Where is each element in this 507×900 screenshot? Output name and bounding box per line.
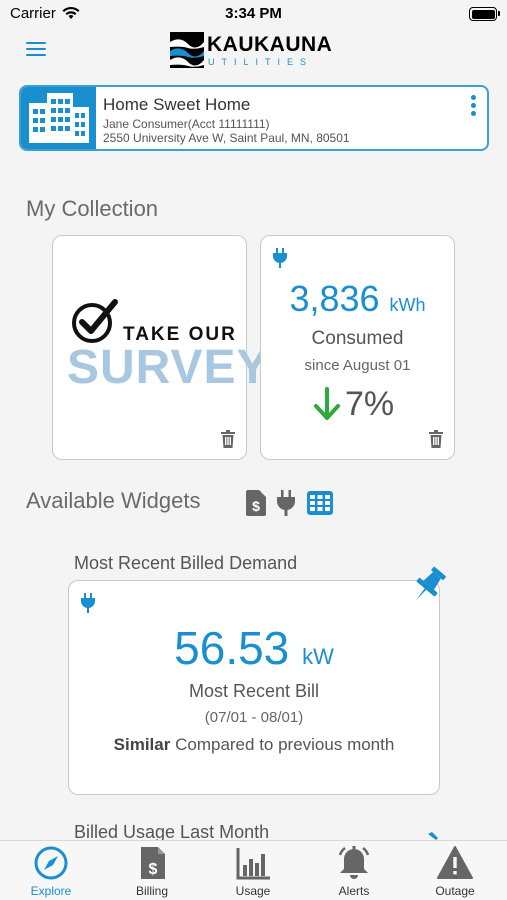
logo-name: KAUKAUNA: [207, 33, 333, 56]
tab-label: Alerts: [338, 884, 370, 898]
widget-caption: Most Recent Billed Demand: [74, 553, 298, 573]
tab-outage[interactable]: Outage: [405, 841, 505, 900]
usage-unit: kWh: [389, 295, 426, 315]
tab-label: Billing: [135, 884, 168, 898]
battery-icon: [469, 7, 500, 21]
kaukauna-logo: KAUKAUNA UTILITIES: [170, 32, 333, 70]
usage-label: Consumed: [311, 328, 404, 349]
screen: Carrier 3:34 PM KAUKAUNA UTILITIES Home …: [0, 0, 507, 900]
plug-icon: [81, 593, 95, 613]
consumption-widget[interactable]: 3,836 kWh Consumed since August 01 7%: [260, 235, 455, 460]
usage-value-row: 3,836 kWh: [261, 278, 454, 320]
tab-label: Explore: [30, 884, 72, 898]
demand-label: Most Recent Bill: [188, 681, 320, 701]
demand-value: 56.53: [174, 622, 290, 674]
building-icon: [29, 93, 89, 143]
account-icon-box: [21, 87, 96, 149]
demand-unit: kW: [302, 644, 334, 669]
checkmark-circle-icon: [72, 299, 118, 343]
bell-icon: [338, 846, 370, 879]
bill-icon: $: [141, 847, 165, 879]
usage-change-percent: 7%: [345, 385, 395, 423]
account-card[interactable]: Home Sweet Home Jane Consumer(Acct 11111…: [19, 85, 489, 151]
more-options-icon[interactable]: [471, 95, 477, 119]
tab-usage[interactable]: Usage: [203, 841, 303, 900]
trash-icon[interactable]: [220, 430, 236, 448]
hamburger-menu-icon[interactable]: [26, 42, 46, 58]
logo-subtitle: UTILITIES: [208, 57, 314, 67]
logo-mark-icon: [170, 32, 204, 68]
status-bar: Carrier 3:34 PM: [0, 0, 507, 28]
svg-text:$: $: [252, 498, 260, 514]
comparison-status: Similar: [113, 735, 171, 754]
tab-explore[interactable]: Explore: [1, 841, 101, 900]
warning-icon: [437, 846, 473, 879]
grid-filter-icon[interactable]: [307, 491, 333, 515]
plug-filter-icon[interactable]: [277, 490, 295, 516]
account-address: 2550 University Ave W, Saint Paul, MN, 8…: [103, 131, 350, 145]
account-holder: Jane Consumer(Acct 11111111): [103, 117, 270, 131]
demand-date-range: (07/01 - 08/01): [204, 709, 304, 726]
survey-widget[interactable]: TAKE OUR SURVEY: [52, 235, 270, 460]
billed-demand-widget[interactable]: 56.53 kW Most Recent Bill (07/01 - 08/01…: [68, 580, 440, 795]
tab-bar: Explore $ Billing Usage Alerts Outage: [0, 840, 507, 900]
plug-icon: [273, 248, 287, 268]
account-title: Home Sweet Home: [103, 95, 251, 114]
usage-since: since August 01: [304, 357, 411, 374]
my-collection-title: My Collection: [26, 196, 159, 221]
tab-label: Usage: [235, 884, 271, 898]
available-widgets-title: Available Widgets: [26, 488, 201, 513]
billing-filter-icon[interactable]: $: [246, 490, 266, 516]
usage-value: 3,836: [289, 278, 380, 319]
demand-value-row: 56.53 kW: [69, 621, 439, 675]
bar-chart-icon: [236, 848, 270, 880]
down-arrow-icon: [314, 387, 340, 420]
tab-billing[interactable]: $ Billing: [102, 841, 202, 900]
trash-icon[interactable]: [428, 430, 444, 448]
svg-text:$: $: [149, 861, 158, 878]
pin-icon[interactable]: [405, 565, 451, 607]
tab-alerts[interactable]: Alerts: [304, 841, 404, 900]
tab-label: Outage: [435, 884, 475, 898]
clock-time: 3:34 PM: [225, 5, 282, 22]
survey-big-text: SURVEY: [67, 341, 270, 394]
compass-icon: [34, 846, 68, 880]
comparison-text: Compared to previous month: [175, 735, 395, 754]
demand-comparison: Similar Compared to previous month: [69, 735, 439, 755]
